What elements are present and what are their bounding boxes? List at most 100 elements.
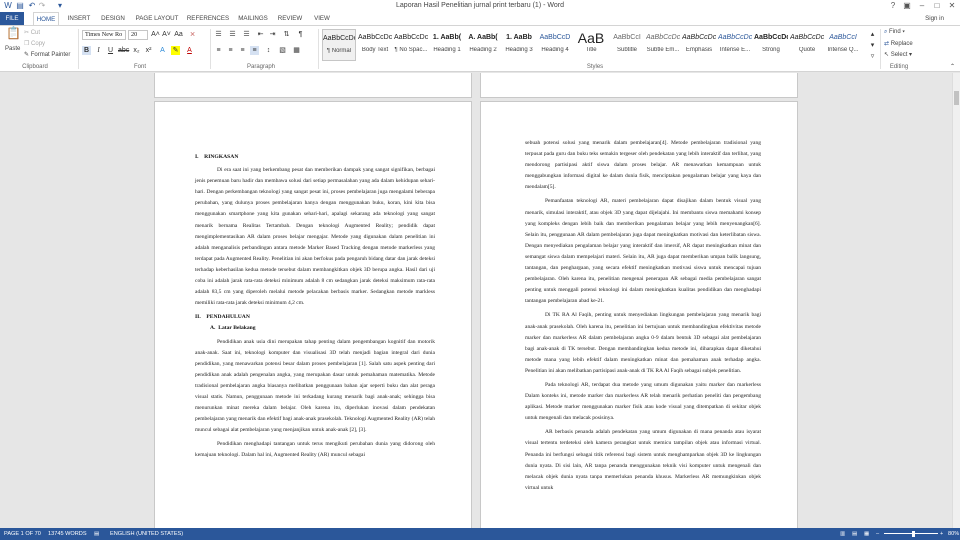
proofing-icon[interactable]: ▤ [94, 528, 99, 540]
tab-design[interactable]: DESIGN [98, 12, 128, 25]
zoom-out-icon[interactable]: – [876, 528, 879, 540]
style-heading-2[interactable]: A. AaBb(Heading 2 [466, 29, 500, 61]
tab-mailings[interactable]: MAILINGS [236, 12, 270, 25]
style-quote[interactable]: AaBbCcDc Quote [790, 29, 824, 61]
change-case-icon[interactable]: Aa [174, 30, 183, 39]
line-spacing-icon[interactable]: ↕ [264, 46, 273, 55]
help-icon[interactable]: ? [886, 0, 900, 12]
language-indicator[interactable]: ENGLISH (UNITED STATES) [110, 528, 183, 540]
style-heading-3[interactable]: 1. AaBb Heading 3 [502, 29, 536, 61]
multilevel-list-icon[interactable]: ☰ [242, 30, 251, 39]
format-painter-button[interactable]: ✎ Format Painter [24, 51, 70, 58]
find-button[interactable]: ⌕ Find ▾ [884, 29, 905, 36]
style-body-text[interactable]: AaBbCcDc Body Text [358, 29, 392, 61]
style-normal[interactable]: AaBbCcDc ¶ Normal [322, 29, 356, 61]
grow-font-icon[interactable]: A˄ [151, 30, 160, 39]
bullets-icon[interactable]: ☰ [214, 30, 223, 39]
minimize-icon[interactable]: – [915, 0, 929, 12]
superscript-icon[interactable]: x² [144, 46, 153, 55]
increase-indent-icon[interactable]: ⇥ [268, 30, 277, 39]
style-emphasis[interactable]: AaBbCcDc Emphasis [682, 29, 716, 61]
zoom-slider[interactable] [884, 533, 938, 534]
bold-icon[interactable]: B [82, 46, 91, 55]
vertical-scrollbar[interactable] [952, 73, 960, 528]
tab-page-layout[interactable]: PAGE LAYOUT [134, 12, 180, 25]
style-title[interactable]: AaB Title [574, 29, 608, 61]
justify-icon[interactable]: ≡ [250, 46, 259, 55]
style-intense-e[interactable]: AaBbCcDc Intense E... [718, 29, 752, 61]
zoom-in-icon[interactable]: + [940, 528, 943, 540]
zoom-level[interactable]: 80% [948, 528, 959, 540]
maximize-icon[interactable]: □ [930, 0, 944, 12]
paste-button[interactable]: Paste [5, 46, 20, 52]
style-name: Title [585, 47, 597, 53]
collapse-ribbon-icon[interactable]: ⌃ [948, 63, 957, 72]
style-name: Quote [798, 47, 816, 53]
sign-in-link[interactable]: Sign in [925, 15, 944, 22]
style-heading-4[interactable]: AaBbCcD Heading 4 [538, 29, 572, 61]
shading-icon[interactable]: ▧ [278, 46, 287, 55]
style-no-spac[interactable]: AaBbCcDc ¶ No Spac... [394, 29, 428, 61]
font-color-icon[interactable]: A [185, 46, 194, 55]
group-divider [78, 29, 79, 69]
page-left[interactable]: I. RINGKASAN Di era saat ini yang berkem… [154, 101, 472, 528]
font-size-box[interactable]: 20 [128, 30, 148, 40]
styles-scroll-down-icon[interactable]: ▾ [868, 41, 877, 50]
show-formatting-icon[interactable]: ¶ [296, 30, 305, 39]
zoom-slider-handle[interactable] [912, 531, 915, 537]
styles-scroll-up-icon[interactable]: ▴ [868, 30, 877, 39]
subscript-icon[interactable]: x₂ [132, 46, 141, 55]
style-intense-q[interactable]: AaBbCcI Intense Q... [826, 29, 860, 61]
numbering-icon[interactable]: ☰ [228, 30, 237, 39]
page-left-content: I. RINGKASAN Di era saat ini yang berkem… [195, 152, 435, 462]
page-count[interactable]: PAGE 1 OF 70 [4, 528, 41, 540]
clear-formatting-icon[interactable]: ⨯ [188, 30, 197, 39]
tab-file[interactable]: FILE [0, 12, 24, 25]
sort-icon[interactable]: ⇅ [282, 30, 291, 39]
font-name-box[interactable]: Times New Ro [82, 30, 126, 40]
paste-icon[interactable]: 📋 [6, 27, 21, 43]
style-strong[interactable]: AaBbCcDc Strong [754, 29, 788, 61]
shrink-font-icon[interactable]: A˅ [162, 30, 171, 39]
tab-references[interactable]: REFERENCES [186, 12, 230, 25]
style-heading-1[interactable]: 1. AaBb(Heading 1 [430, 29, 464, 61]
style-name: Subtle Em... [646, 47, 680, 53]
style-subtle-em[interactable]: AaBbCcDc Subtle Em... [646, 29, 680, 61]
style-subtitle[interactable]: AaBbCcI Subtitle [610, 29, 644, 61]
style-name: Heading 2 [469, 47, 497, 53]
scrollbar-thumb[interactable] [954, 91, 959, 105]
print-layout-icon[interactable]: ▤ [852, 528, 857, 540]
page-right[interactable]: sebuah potensi solusi yang menarik dalam… [480, 101, 798, 528]
replace-button[interactable]: ⇄ Replace [884, 40, 913, 47]
paragraph-right-3: Pada teknologi AR, terdapat dua metode y… [525, 381, 761, 422]
underline-icon[interactable]: U [106, 46, 115, 55]
copy-button[interactable]: ❐ Copy [24, 40, 45, 47]
align-left-icon[interactable]: ≡ [214, 46, 223, 55]
read-mode-icon[interactable]: ▥ [840, 528, 845, 540]
tab-view[interactable]: VIEW [310, 12, 334, 25]
heading-latar-belakang: A. Latar Belakang [210, 325, 256, 332]
styles-more-icon[interactable]: ▿ [868, 52, 877, 61]
ribbon-options-icon[interactable]: ▣ [900, 0, 914, 12]
strikethrough-icon[interactable]: abc [118, 46, 129, 55]
style-name: Strong [762, 47, 780, 53]
page-right-content: sebuah potensi solusi yang menarik dalam… [525, 138, 761, 494]
word-count[interactable]: 13745 WORDS [48, 528, 87, 540]
align-center-icon[interactable]: ≡ [226, 46, 235, 55]
borders-icon[interactable]: ▦ [292, 46, 301, 55]
decrease-indent-icon[interactable]: ⇤ [256, 30, 265, 39]
highlight-color-icon[interactable]: ✎ [171, 46, 180, 55]
align-right-icon[interactable]: ≡ [238, 46, 247, 55]
style-preview: AaB [577, 30, 605, 46]
tab-review[interactable]: REVIEW [276, 12, 304, 25]
italic-icon[interactable]: I [94, 46, 103, 55]
select-button[interactable]: ↖ Select ▾ [884, 51, 912, 58]
close-icon[interactable]: ✕ [945, 0, 959, 12]
web-layout-icon[interactable]: ▦ [864, 528, 869, 540]
tab-insert[interactable]: INSERT [64, 12, 94, 25]
find-label: Find [889, 29, 901, 35]
tab-home[interactable]: HOME [33, 12, 59, 25]
text-effects-icon[interactable]: A [158, 46, 167, 55]
cut-button[interactable]: ✂ Cut [24, 29, 40, 36]
style-name: Intense E... [719, 47, 751, 53]
